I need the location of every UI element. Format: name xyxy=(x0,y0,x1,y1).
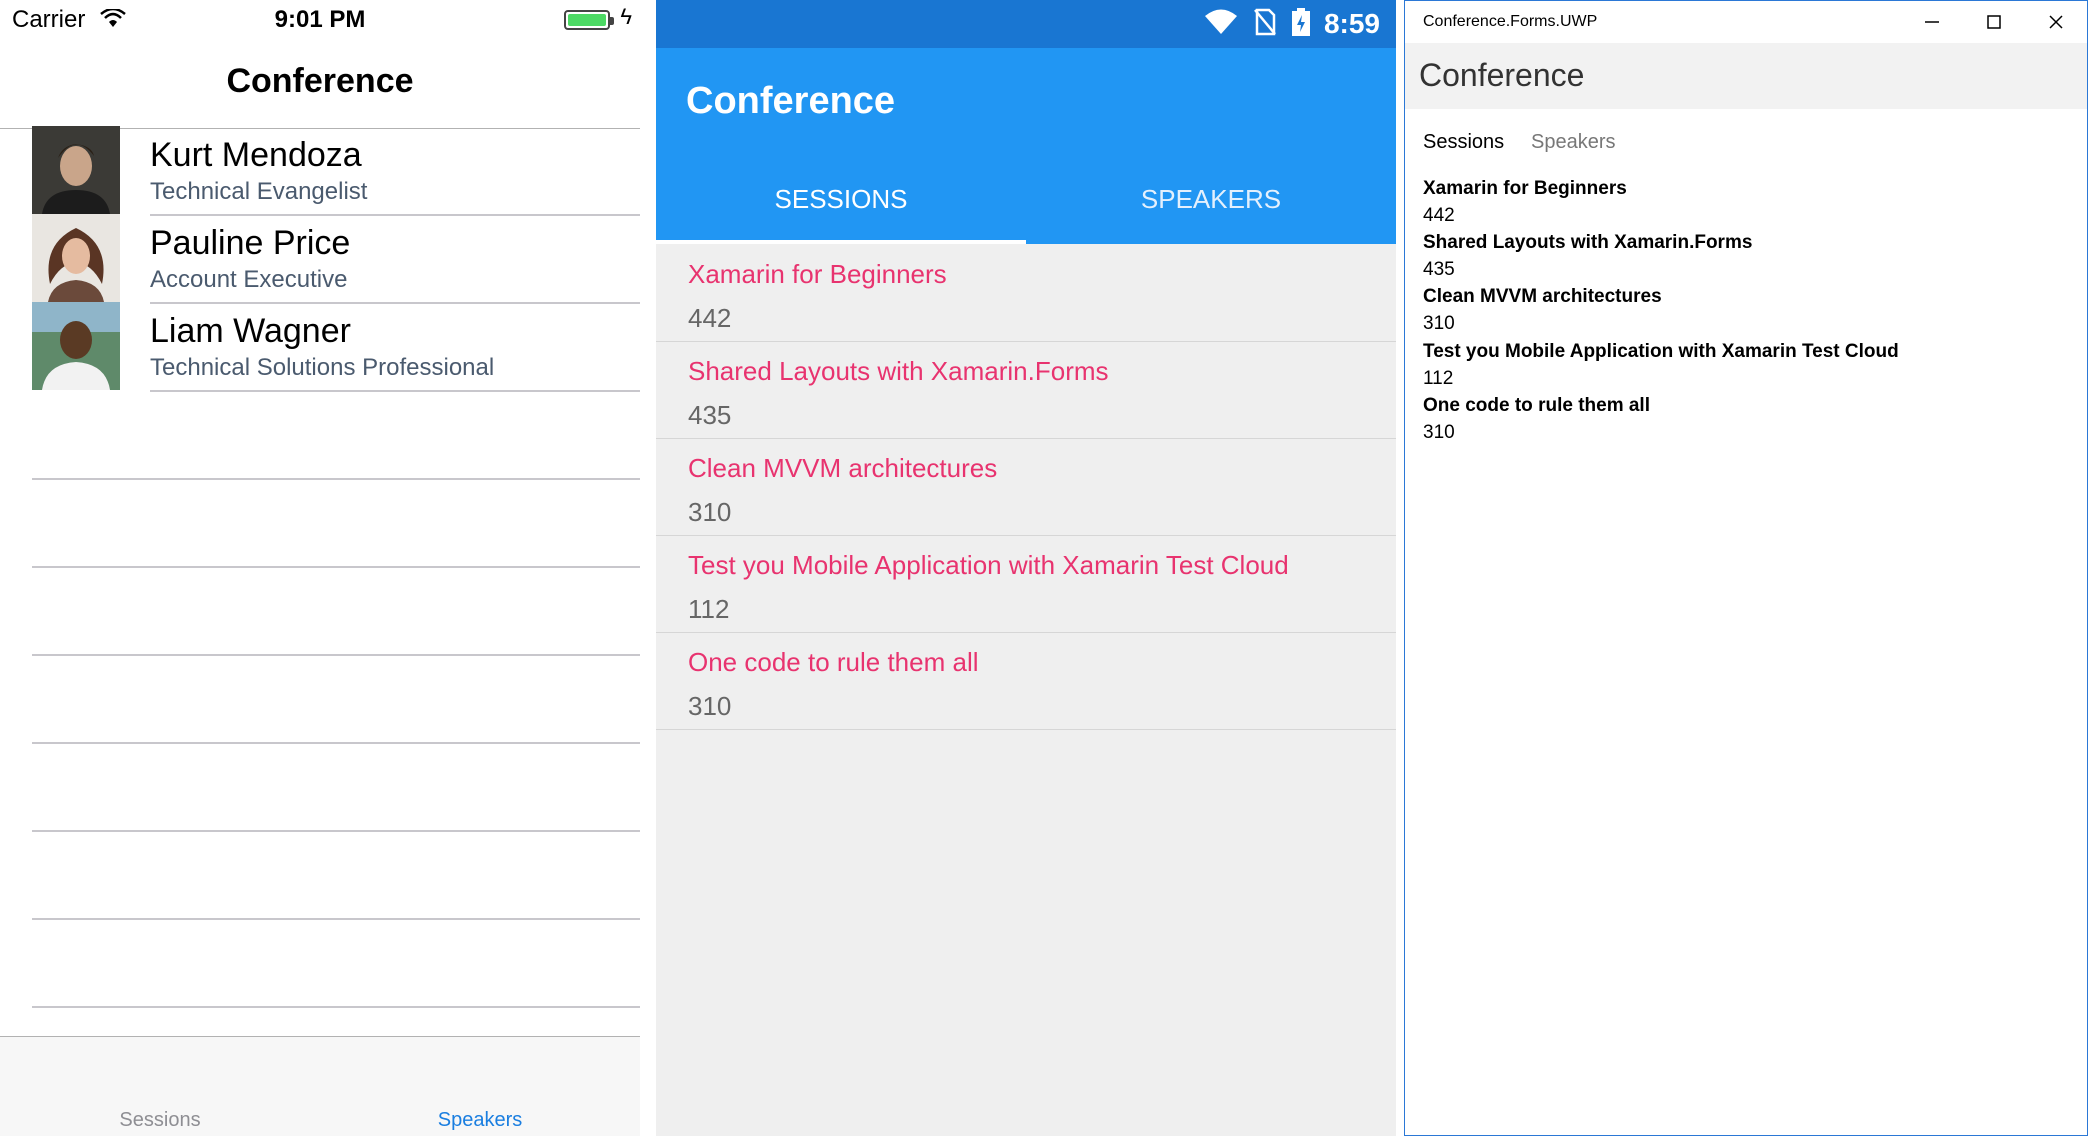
close-icon[interactable] xyxy=(2025,1,2087,43)
session-title: Test you Mobile Application with Xamarin… xyxy=(688,550,1289,580)
session-list-item[interactable]: Clean MVVM architectures 310 xyxy=(1423,283,2063,337)
tab-sessions[interactable]: SESSIONS xyxy=(656,184,1026,215)
session-detail: 112 xyxy=(1423,368,1454,389)
session-title: Shared Layouts with Xamarin.Forms xyxy=(688,356,1109,386)
speaker-name: Kurt Mendoza xyxy=(150,136,362,174)
speaker-list-item[interactable]: Liam Wagner Technical Solutions Professi… xyxy=(0,302,640,390)
ios-app-panel: Carrier 9:01 PM ϟ Conference Kurt Mendoz… xyxy=(0,0,640,1136)
maximize-icon[interactable] xyxy=(1963,1,2025,43)
session-detail: 112 xyxy=(688,594,730,624)
session-list-item[interactable]: Shared Layouts with Xamarin.Forms 435 xyxy=(1423,229,2063,283)
session-list-item[interactable]: Shared Layouts with Xamarin.Forms 435 xyxy=(656,342,1396,439)
page-title: Conference xyxy=(226,62,414,100)
page-header: Conference xyxy=(1405,43,2087,109)
row-separator xyxy=(32,918,640,920)
battery-icon xyxy=(1292,7,1310,41)
uwp-window: Conference.Forms.UWP Conference Sessions… xyxy=(1404,0,2088,1136)
speaker-name: Liam Wagner xyxy=(150,312,351,350)
selected-tab-indicator xyxy=(656,240,1026,244)
window-title: Conference.Forms.UWP xyxy=(1423,13,1598,30)
ios-status-bar: Carrier 9:01 PM ϟ xyxy=(0,0,640,40)
avatar-photo-icon xyxy=(32,302,120,390)
session-list-item[interactable]: Clean MVVM architectures 310 xyxy=(656,439,1396,536)
tab-speakers[interactable]: Speakers xyxy=(380,1109,580,1132)
minimize-icon[interactable] xyxy=(1901,1,1963,43)
tab-speakers[interactable]: SPEAKERS xyxy=(1026,184,1396,215)
session-list-item[interactable]: Test you Mobile Application with Xamarin… xyxy=(656,536,1396,633)
speaker-title: Technical Solutions Professional xyxy=(150,354,495,381)
android-status-bar: 8:59 xyxy=(656,0,1396,48)
row-separator xyxy=(32,830,640,832)
session-detail: 435 xyxy=(688,400,732,430)
speaker-list-item[interactable]: Pauline Price Account Executive xyxy=(0,214,640,302)
android-clock: 8:59 xyxy=(1323,8,1380,39)
app-bar: Conference SESSIONS SPEAKERS xyxy=(656,48,1396,244)
row-separator xyxy=(32,566,640,568)
session-title: Xamarin for Beginners xyxy=(1423,178,1627,199)
android-app-panel: 8:59 Conference SESSIONS SPEAKERS Xamari… xyxy=(656,0,1396,1136)
tab-speakers[interactable]: Speakers xyxy=(1531,131,1616,154)
session-title: Test you Mobile Application with Xamarin… xyxy=(1423,341,1899,362)
speaker-title: Technical Evangelist xyxy=(150,178,368,205)
avatar-photo-icon xyxy=(32,214,120,302)
session-detail: 310 xyxy=(1423,422,1455,443)
page-title: Conference xyxy=(1419,57,1585,93)
battery-icon xyxy=(564,10,614,30)
row-separator xyxy=(150,390,640,392)
no-sim-icon xyxy=(1254,8,1276,41)
row-separator xyxy=(150,302,640,304)
session-list-item[interactable]: Xamarin for Beginners 442 xyxy=(1423,175,2063,229)
ios-tab-bar: Sessions Speakers xyxy=(0,1036,640,1136)
session-detail: 310 xyxy=(1423,313,1455,334)
session-detail: 310 xyxy=(688,497,732,527)
session-list-item[interactable]: Test you Mobile Application with Xamarin… xyxy=(1423,338,2063,392)
session-title: One code to rule them all xyxy=(688,647,979,677)
row-separator xyxy=(32,1006,640,1008)
session-title: Shared Layouts with Xamarin.Forms xyxy=(1423,232,1753,253)
session-title: Xamarin for Beginners xyxy=(688,259,947,289)
session-title: Clean MVVM architectures xyxy=(1423,286,1662,307)
speaker-list-item[interactable]: Kurt Mendoza Technical Evangelist xyxy=(0,126,640,214)
bolt-icon: ϟ xyxy=(620,4,632,29)
ios-clock: 9:01 PM xyxy=(274,6,366,33)
row-separator xyxy=(150,214,640,216)
session-list-item[interactable]: Xamarin for Beginners 442 xyxy=(656,245,1396,342)
session-detail: 442 xyxy=(688,303,732,333)
session-detail: 442 xyxy=(1423,205,1455,226)
speaker-name: Pauline Price xyxy=(150,224,351,262)
page-title: Conference xyxy=(686,80,896,122)
wifi-icon xyxy=(1204,9,1238,40)
speaker-title: Account Executive xyxy=(150,266,348,293)
session-list-item[interactable]: One code to rule them all 310 xyxy=(656,633,1396,730)
session-title: One code to rule them all xyxy=(1423,395,1650,416)
row-separator xyxy=(32,654,640,656)
row-separator xyxy=(32,742,640,744)
tab-sessions[interactable]: Sessions xyxy=(1423,131,1504,154)
avatar-photo-icon xyxy=(32,126,120,214)
row-separator xyxy=(32,478,640,480)
session-detail: 435 xyxy=(1423,259,1455,280)
session-title: Clean MVVM architectures xyxy=(688,453,998,483)
tab-sessions[interactable]: Sessions xyxy=(60,1109,260,1132)
window-title-bar[interactable]: Conference.Forms.UWP xyxy=(1405,1,2087,43)
session-list-item[interactable]: One code to rule them all 310 xyxy=(1423,392,2063,446)
session-detail: 310 xyxy=(688,691,732,721)
